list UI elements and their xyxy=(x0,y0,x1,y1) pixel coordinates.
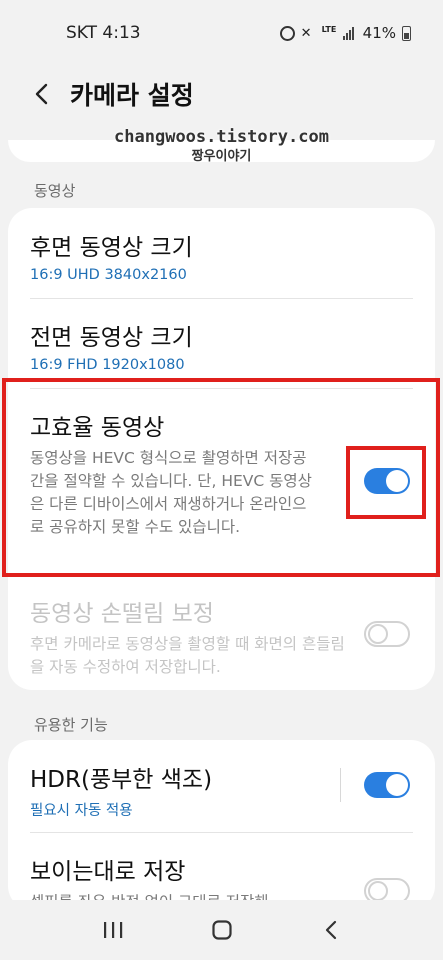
front-video-size-item[interactable]: 전면 동영상 크기 16:9 FHD 1920x1080 xyxy=(30,318,413,373)
status-icons: ✕ LTE 41% xyxy=(279,24,411,42)
item-title: 전면 동영상 크기 xyxy=(30,325,193,351)
page-title: 카메라 설정 xyxy=(70,81,194,110)
battery-percent: 41% xyxy=(362,24,396,42)
divider xyxy=(30,388,413,389)
useful-features-card: HDR(풍부한 색조) 필요시 자동 적용 보이는대로 저장 셀피를 좌우 반전… xyxy=(8,740,435,911)
section-label-video: 동영상 xyxy=(34,182,76,200)
home-button[interactable] xyxy=(202,910,242,950)
lte-icon: LTE xyxy=(321,24,337,34)
hevc-toggle[interactable] xyxy=(364,468,410,494)
signal-icon xyxy=(342,26,357,40)
item-subtitle: 16:9 UHD 3840x2160 xyxy=(30,267,187,283)
hevc-video-item[interactable]: 고효율 동영상 동영상을 HEVC 형식으로 촬영하면 저장공간을 절약할 수 … xyxy=(30,408,315,539)
nav-back-button[interactable] xyxy=(311,910,351,950)
item-title: 고효율 동영상 xyxy=(30,415,165,441)
video-settings-card: 후면 동영상 크기 16:9 UHD 3840x2160 전면 동영상 크기 1… xyxy=(8,208,435,690)
carrier-time: SKT 4:13 xyxy=(66,23,141,43)
watermark-name: 짱우이야기 xyxy=(191,149,252,164)
item-description: 후면 카메라로 동영상을 촬영할 때 화면의 흔들림을 자동 수정하여 저장합니… xyxy=(30,635,345,676)
hdr-item[interactable]: HDR(풍부한 색조) 필요시 자동 적용 xyxy=(30,760,325,820)
video-stabilization-item[interactable]: 동영상 손떨림 보정 후면 카메라로 동영상을 촬영할 때 화면의 흔들림을 자… xyxy=(30,594,355,679)
watermark-url: changwoos.tistory.com xyxy=(114,127,329,147)
battery-icon xyxy=(402,25,411,41)
item-title: 보이는대로 저장 xyxy=(30,859,186,885)
item-title: 동영상 손떨림 보정 xyxy=(30,601,214,627)
vertical-separator xyxy=(340,768,341,802)
home-icon xyxy=(211,920,232,940)
item-description: 동영상을 HEVC 형식으로 촬영하면 저장공간을 절약할 수 있습니다. 단,… xyxy=(30,449,312,536)
recent-apps-button[interactable] xyxy=(93,910,133,950)
item-title: 후면 동영상 크기 xyxy=(30,235,193,261)
stabilization-toggle[interactable] xyxy=(364,621,410,647)
item-subtitle: 필요시 자동 적용 xyxy=(30,803,133,819)
item-subtitle: 16:9 FHD 1920x1080 xyxy=(30,357,185,373)
chevron-left-icon xyxy=(35,83,48,105)
hdr-toggle[interactable] xyxy=(364,772,410,798)
divider xyxy=(30,298,413,299)
navigation-bar xyxy=(0,900,443,960)
back-button[interactable] xyxy=(26,78,58,110)
item-title: HDR(풍부한 색조) xyxy=(30,767,213,793)
rear-video-size-item[interactable]: 후면 동영상 크기 16:9 UHD 3840x2160 xyxy=(30,228,413,283)
app-header: 카메라 설정 xyxy=(0,66,443,122)
back-icon xyxy=(325,920,336,940)
alarm-icon xyxy=(279,25,295,41)
divider xyxy=(30,832,413,833)
section-label-useful: 유용한 기능 xyxy=(34,716,108,734)
recent-apps-icon xyxy=(103,922,122,938)
mute-icon: ✕ xyxy=(300,25,312,41)
status-bar: SKT 4:13 ✕ LTE 41% xyxy=(0,0,443,66)
